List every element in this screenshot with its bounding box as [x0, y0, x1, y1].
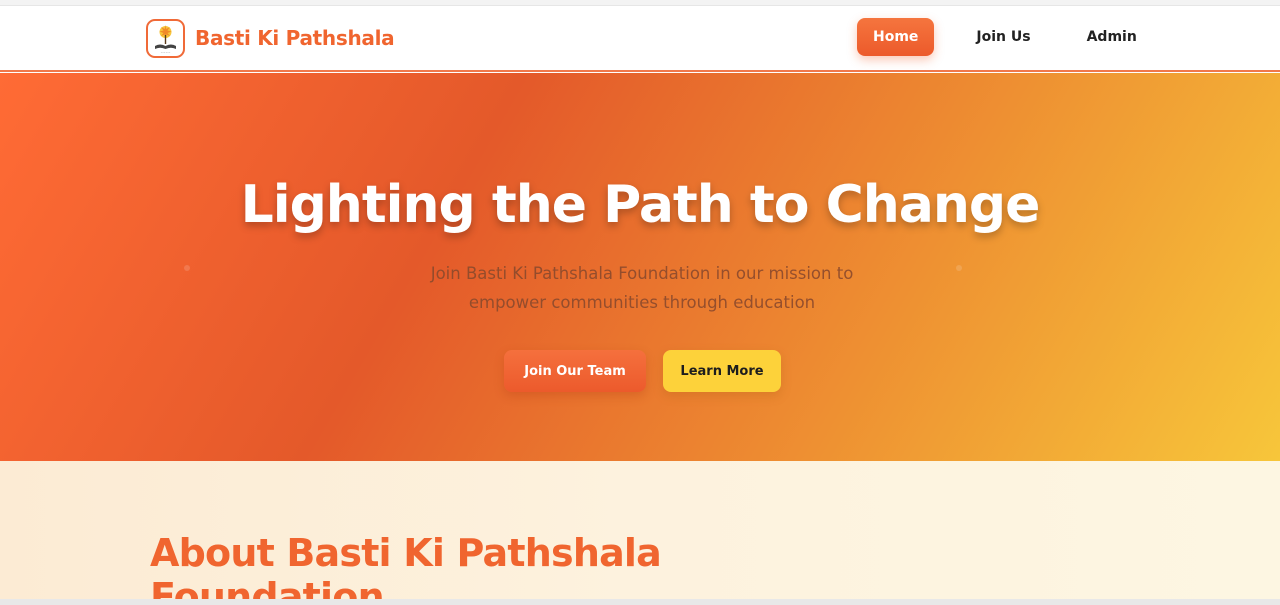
hero-decor-dot	[184, 265, 190, 271]
about-title: About Basti Ki Pathshala Foundation	[150, 531, 662, 605]
brand[interactable]: ~~~~ Basti Ki Pathshala	[146, 18, 395, 58]
svg-text:~~~~: ~~~~	[160, 50, 171, 54]
brand-name[interactable]: Basti Ki Pathshala	[195, 26, 395, 50]
hero-decor-dot	[956, 265, 962, 271]
join-our-team-button[interactable]: Join Our Team	[504, 350, 646, 392]
hero-subtitle: Join Basti Ki Pathshala Foundation in ou…	[430, 264, 854, 312]
nav-admin-link[interactable]: Admin	[1071, 18, 1153, 56]
hero-actions: Join Our Team Learn More	[504, 350, 781, 392]
tree-book-logo-icon: ~~~~	[146, 18, 185, 58]
horizontal-scrollbar[interactable]	[0, 599, 1280, 605]
nav-home-link[interactable]: Home	[857, 18, 935, 56]
nav-menu: Home Join Us Admin	[857, 17, 1153, 57]
navbar: ~~~~ Basti Ki Pathshala Home Join Us Adm…	[0, 6, 1280, 72]
about-section: About Basti Ki Pathshala Foundation	[0, 461, 1280, 605]
learn-more-button[interactable]: Learn More	[663, 350, 781, 392]
hero-section: Lighting the Path to Change Join Basti K…	[0, 73, 1280, 461]
nav-join-us-link[interactable]: Join Us	[960, 18, 1046, 56]
hero-title: Lighting the Path to Change	[240, 175, 1041, 235]
